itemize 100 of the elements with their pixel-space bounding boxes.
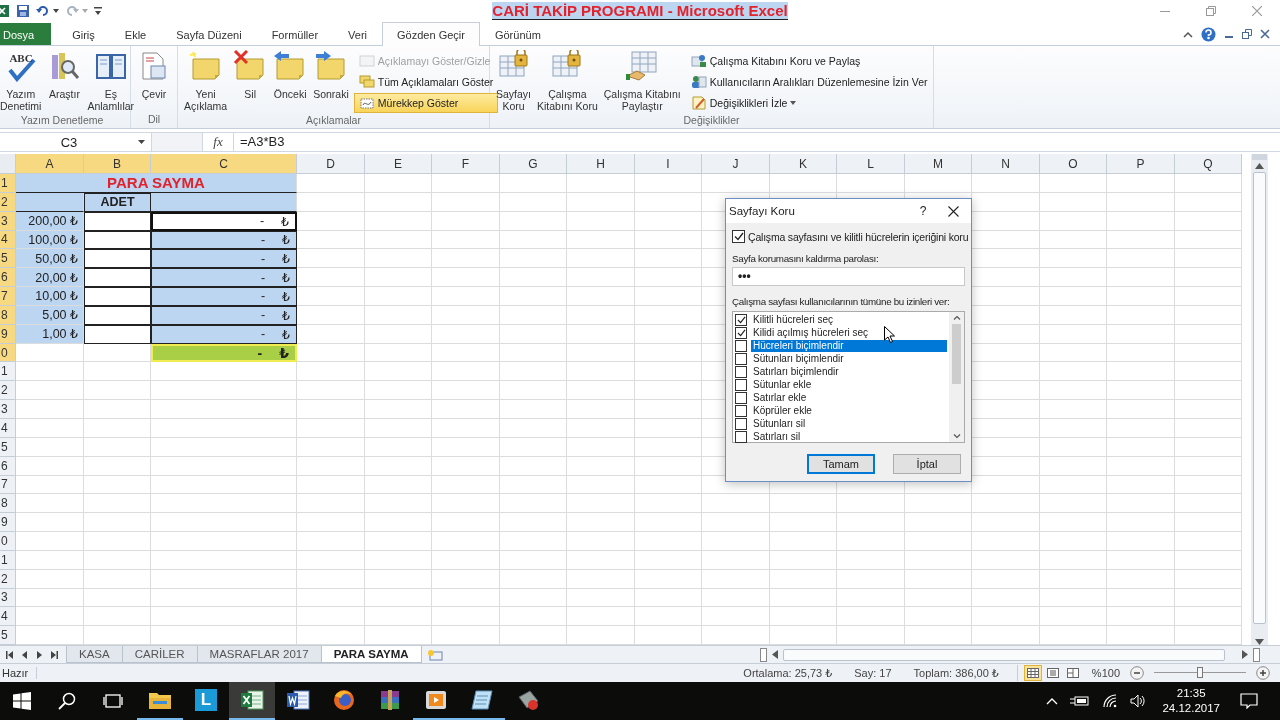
ribbon-tab[interactable]: Giriş xyxy=(57,23,110,45)
list-item[interactable]: Satırlar ekle xyxy=(751,391,947,404)
table-cell[interactable] xyxy=(567,607,635,627)
table-cell[interactable] xyxy=(1107,494,1175,514)
table-cell[interactable] xyxy=(432,494,500,514)
table-cell[interactable] xyxy=(365,230,432,250)
table-cell[interactable] xyxy=(635,305,702,325)
table-cell[interactable] xyxy=(635,343,702,363)
ribbon-tab[interactable]: Görünüm xyxy=(479,23,556,45)
checkbox[interactable] xyxy=(735,313,747,326)
table-cell[interactable] xyxy=(1107,287,1175,306)
column-header[interactable]: B xyxy=(84,154,151,174)
row-header[interactable]: 1 xyxy=(0,174,16,193)
table-cell[interactable] xyxy=(297,268,365,288)
scroll-thumb[interactable] xyxy=(952,324,961,384)
column-header[interactable]: L xyxy=(837,154,905,174)
checkbox[interactable] xyxy=(735,326,747,339)
table-cell[interactable] xyxy=(1040,381,1107,401)
excel-icon[interactable] xyxy=(0,4,10,18)
table-cell[interactable] xyxy=(297,569,365,589)
column-header[interactable]: D xyxy=(297,154,365,174)
table-cell[interactable] xyxy=(16,513,84,533)
table-cell[interactable] xyxy=(500,230,567,250)
list-scrollbar[interactable] xyxy=(949,312,964,442)
table-cell[interactable] xyxy=(837,569,905,589)
table-cell[interactable] xyxy=(500,418,567,438)
table-cell[interactable] xyxy=(297,418,365,438)
table-cell[interactable] xyxy=(365,174,432,193)
table-cell[interactable] xyxy=(297,192,365,212)
table-cell[interactable] xyxy=(16,494,84,514)
table-cell[interactable] xyxy=(1107,268,1175,288)
table-cell[interactable] xyxy=(365,607,432,627)
zoom-level[interactable]: %100 xyxy=(1091,667,1120,680)
zoom-out-icon[interactable] xyxy=(1130,666,1144,681)
table-cell[interactable] xyxy=(1175,607,1242,627)
table-cell[interactable] xyxy=(1175,305,1242,325)
table-cell[interactable] xyxy=(837,532,905,551)
table-cell[interactable] xyxy=(16,532,84,551)
collapse-ribbon-icon[interactable] xyxy=(1183,30,1193,38)
table-cell[interactable] xyxy=(1175,456,1242,476)
checkbox[interactable] xyxy=(735,404,747,417)
table-cell[interactable] xyxy=(1175,418,1242,438)
table-cell[interactable] xyxy=(84,362,151,382)
table-cell[interactable] xyxy=(151,418,297,438)
table-cell[interactable] xyxy=(297,249,365,269)
list-item[interactable]: Satırları biçimlendir xyxy=(751,365,947,378)
table-cell[interactable] xyxy=(151,494,297,514)
table-cell[interactable] xyxy=(365,268,432,288)
table-cell[interactable] xyxy=(432,192,500,212)
table-cell[interactable] xyxy=(1107,249,1175,269)
table-cell[interactable] xyxy=(432,268,500,288)
scroll-thumb[interactable] xyxy=(1253,172,1266,624)
table-cell[interactable] xyxy=(16,343,84,363)
table-cell[interactable] xyxy=(84,569,151,589)
table-cell[interactable] xyxy=(567,362,635,382)
new-sheet-icon[interactable] xyxy=(426,648,443,661)
table-cell[interactable] xyxy=(1175,287,1242,306)
column-header[interactable]: Q xyxy=(1175,154,1242,174)
scroll-right-icon[interactable] xyxy=(1242,650,1248,660)
table-cell[interactable] xyxy=(567,513,635,533)
table-cell[interactable] xyxy=(702,174,770,193)
ribbon-button[interactable]: Kullanıcıların Aralıkları Düzenlemesine İzin Ver xyxy=(685,72,933,92)
table-cell[interactable] xyxy=(770,588,837,608)
table-cell[interactable] xyxy=(1107,456,1175,476)
table-cell[interactable] xyxy=(365,381,432,401)
restore-icon[interactable] xyxy=(1242,29,1252,39)
table-cell[interactable] xyxy=(297,400,365,419)
table-cell[interactable] xyxy=(432,211,500,231)
sheet-tab[interactable]: CARİLER xyxy=(121,646,198,664)
table-cell[interactable] xyxy=(770,607,837,627)
table-cell[interactable] xyxy=(1040,249,1107,269)
sheet-tab[interactable]: MASRAFLAR 2017 xyxy=(196,646,322,664)
table-cell[interactable] xyxy=(1040,532,1107,551)
table-cell[interactable] xyxy=(16,588,84,608)
start-icon[interactable] xyxy=(13,692,31,710)
column-header[interactable]: H xyxy=(567,154,635,174)
table-cell[interactable] xyxy=(365,400,432,419)
table-cell[interactable] xyxy=(635,400,702,419)
scroll-left-icon[interactable] xyxy=(772,650,778,660)
table-cell[interactable] xyxy=(1040,588,1107,608)
table-cell[interactable] xyxy=(905,588,972,608)
table-cell[interactable] xyxy=(297,287,365,306)
table-cell[interactable] xyxy=(1040,268,1107,288)
scroll-up-icon[interactable] xyxy=(952,315,961,320)
table-cell[interactable] xyxy=(1107,324,1175,344)
table-cell[interactable] xyxy=(297,532,365,551)
help-button[interactable]: ? xyxy=(911,204,935,218)
table-cell[interactable] xyxy=(635,192,702,212)
table-cell[interactable] xyxy=(297,494,365,514)
table-cell[interactable] xyxy=(500,569,567,589)
table-cell[interactable] xyxy=(297,588,365,608)
cancel-button[interactable]: İptal xyxy=(893,454,961,474)
table-cell[interactable] xyxy=(1175,513,1242,533)
table-cell[interactable] xyxy=(1107,588,1175,608)
column-header[interactable]: F xyxy=(432,154,500,174)
table-cell[interactable] xyxy=(432,400,500,419)
table-cell[interactable] xyxy=(500,400,567,419)
table-cell[interactable] xyxy=(1175,362,1242,382)
table-cell[interactable] xyxy=(365,456,432,476)
table-cell[interactable] xyxy=(635,418,702,438)
